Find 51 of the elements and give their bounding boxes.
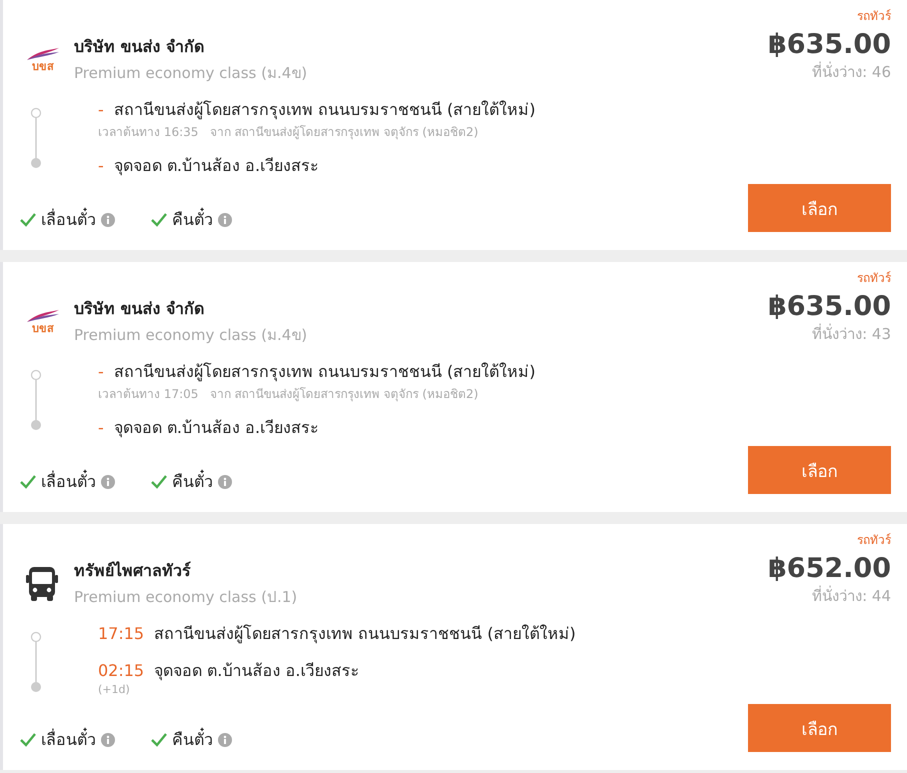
bus-type-tag: รถทัวร์ <box>857 530 891 549</box>
feature-label: เลื่อนตั๋ว <box>41 727 96 752</box>
bus-class: Premium economy class (ม.4ข) <box>74 63 308 84</box>
operator-name: ทรัพย์ไพศาลทัวร์ <box>74 560 192 582</box>
select-button[interactable]: เลือก <box>748 184 891 232</box>
info-icon[interactable] <box>218 474 232 488</box>
route-line-drawing <box>30 369 42 431</box>
price: ฿635.00 <box>768 29 891 60</box>
operator-name: บริษัท ขนส่ง จำกัด <box>74 298 206 320</box>
stop-name: สถานีขนส่งผู้โดยสารกรุงเทพ ถนนบรมราชชนนี (สายใต้ใหม่) <box>114 99 536 122</box>
stop-name: สถานีขนส่งผู้โดยสารกรุงเทพ ถนนบรมราชชนนี (สายใต้ใหม่) <box>154 623 576 646</box>
info-icon[interactable] <box>101 732 115 746</box>
route-line-drawing <box>30 107 42 169</box>
feature-label: เลื่อนตั๋ว <box>41 207 96 232</box>
bus-icon <box>26 566 58 600</box>
operator-name: บริษัท ขนส่ง จำกัด <box>74 36 206 58</box>
info-icon[interactable] <box>218 732 232 746</box>
stop-time: 02:15 <box>98 661 144 680</box>
stop-name: จุดจอด ต.บ้านส้อง อ.เวียงสระ <box>114 417 320 440</box>
stop-name: สถานีขนส่งผู้โดยสารกรุงเทพ ถนนบรมราชชนนี (สายใต้ใหม่) <box>114 361 536 384</box>
stop-name: จุดจอด ต.บ้านส้อง อ.เวียงสระ <box>154 660 360 682</box>
company-logo: บขส <box>24 47 62 72</box>
select-button[interactable]: เลือก <box>748 704 891 752</box>
departure-detail: เวลาต้นทาง 16:35 จาก สถานีขนส่งผู้โดยสารกรุงเทพ จตุจักร (หมอชิต2) <box>98 124 480 141</box>
stop-marker: - <box>98 362 104 381</box>
stop-marker: - <box>98 418 104 437</box>
bus-type-tag: รถทัวร์ <box>857 268 891 287</box>
select-button[interactable]: เลือก <box>748 446 891 494</box>
next-day-note: (+1d) <box>98 683 131 696</box>
seats-available: ที่นั่งว่าง: 43 <box>812 322 891 345</box>
info-icon[interactable] <box>101 212 115 226</box>
route-line-drawing <box>30 631 42 693</box>
info-icon[interactable] <box>218 212 232 226</box>
stop-marker: - <box>98 156 104 175</box>
stop-name: จุดจอด ต.บ้านส้อง อ.เวียงสระ <box>114 155 320 178</box>
price: ฿652.00 <box>768 553 891 584</box>
departure-detail: เวลาต้นทาง 17:05 จาก สถานีขนส่งผู้โดยสารกรุงเทพ จตุจักร (หมอชิต2) <box>98 386 480 403</box>
seats-available: ที่นั่งว่าง: 44 <box>812 584 891 607</box>
seats-available: ที่นั่งว่าง: 46 <box>812 60 891 83</box>
price: ฿635.00 <box>768 291 891 322</box>
info-icon[interactable] <box>101 474 115 488</box>
feature-label: คืนตั๋ว <box>172 207 213 232</box>
feature-label: คืนตั๋ว <box>172 727 213 752</box>
bus-class: Premium economy class (ม.4ข) <box>74 325 308 346</box>
bus-type-tag: รถทัวร์ <box>857 6 891 25</box>
feature-label: เลื่อนตั๋ว <box>41 469 96 494</box>
stop-marker: - <box>98 100 104 119</box>
company-logo: บขส <box>24 309 62 334</box>
bus-class: Premium economy class (ป.1) <box>74 587 298 608</box>
stop-time: 17:15 <box>98 624 144 643</box>
feature-label: คืนตั๋ว <box>172 469 213 494</box>
